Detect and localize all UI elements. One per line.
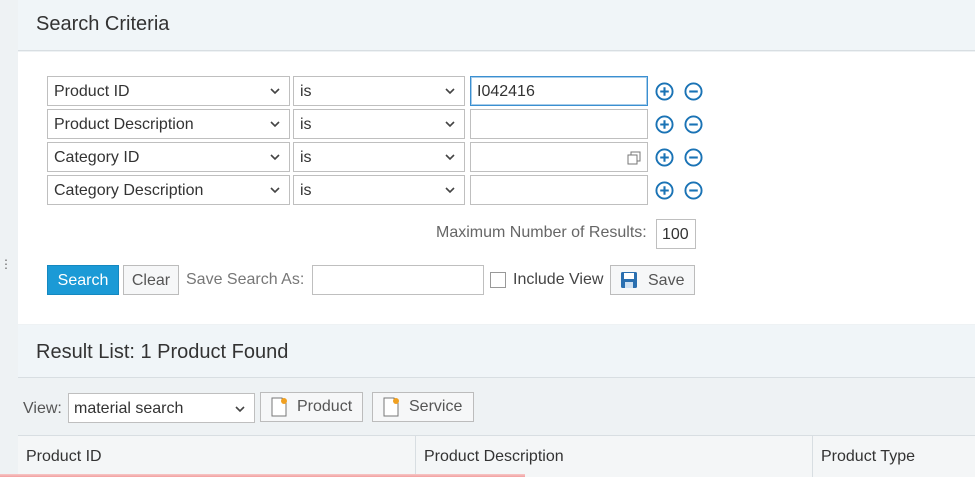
service-button-label: Service (409, 398, 463, 415)
view-select[interactable]: material search (68, 393, 255, 423)
search-criteria-title: Search Criteria (36, 13, 170, 35)
new-document-icon (271, 397, 287, 417)
column-header-product-type[interactable]: Product Type (813, 436, 975, 477)
include-view-checkbox[interactable] (490, 272, 506, 288)
view-label: View: (23, 400, 62, 417)
criteria-operator-value: is (300, 149, 312, 166)
value-help-icon[interactable] (627, 151, 641, 165)
search-criteria-header: Search Criteria (18, 0, 975, 51)
criteria-value-input[interactable] (470, 175, 648, 205)
criteria-operator-select[interactable]: is (293, 175, 465, 205)
criteria-field-select[interactable]: Category ID (47, 142, 290, 172)
criteria-operator-select[interactable]: is (293, 76, 465, 106)
save-button-label: Save (648, 272, 685, 289)
add-row-icon[interactable] (655, 82, 674, 101)
max-results-value: 100 (662, 226, 689, 243)
criteria-operator-select[interactable]: is (293, 142, 465, 172)
chevron-down-icon (444, 183, 456, 195)
clear-button[interactable]: Clear (123, 265, 179, 295)
chevron-down-icon (444, 150, 456, 162)
remove-row-icon[interactable] (684, 82, 703, 101)
criteria-field-select[interactable]: Product ID (47, 76, 290, 106)
chevron-down-icon (269, 84, 281, 96)
add-row-icon[interactable] (655, 148, 674, 167)
criteria-value-input[interactable] (470, 142, 648, 172)
column-header-product-id[interactable]: Product ID (18, 436, 416, 477)
criteria-field-value: Category Description (54, 182, 204, 199)
criteria-operator-value: is (300, 116, 312, 133)
remove-row-icon[interactable] (684, 148, 703, 167)
save-disk-icon (621, 272, 637, 288)
chevron-down-icon (269, 150, 281, 162)
chevron-down-icon (444, 117, 456, 129)
new-service-button[interactable]: Service (372, 392, 474, 422)
criteria-operator-select[interactable]: is (293, 109, 465, 139)
search-criteria-body: Product ID is I042416 Product Descriptio… (18, 52, 975, 324)
criteria-operator-value: is (300, 182, 312, 199)
save-search-as-input[interactable] (312, 265, 484, 295)
max-results-label: Maximum Number of Results: (436, 224, 647, 241)
view-select-value: material search (74, 400, 184, 417)
splitter-handle-icon[interactable]: ⋮ (0, 258, 12, 270)
chevron-down-icon (269, 117, 281, 129)
add-row-icon[interactable] (655, 115, 674, 134)
new-product-button[interactable]: Product (260, 392, 363, 422)
chevron-down-icon (444, 84, 456, 96)
add-row-icon[interactable] (655, 181, 674, 200)
criteria-operator-value: is (300, 83, 312, 100)
search-button[interactable]: Search (47, 265, 119, 295)
criteria-field-value: Category ID (54, 149, 140, 166)
chevron-down-icon (234, 402, 246, 414)
remove-row-icon[interactable] (684, 181, 703, 200)
save-search-button[interactable]: Save (610, 265, 695, 295)
criteria-value-input[interactable] (470, 109, 648, 139)
save-search-as-label: Save Search As: (186, 271, 305, 288)
criteria-field-select[interactable]: Category Description (47, 175, 290, 205)
criteria-field-value: Product ID (54, 83, 130, 100)
page: ⋮ Search Criteria Product ID is I042416 (0, 0, 975, 477)
chevron-down-icon (269, 183, 281, 195)
result-toolbar: View: material search Product Service (18, 379, 975, 435)
result-table-header: Product ID Product Description Product T… (18, 435, 975, 477)
max-results-input[interactable]: 100 (656, 219, 696, 249)
result-list-title: Result List: 1 Product Found (36, 341, 289, 363)
new-document-icon (383, 397, 399, 417)
remove-row-icon[interactable] (684, 115, 703, 134)
include-view-label: Include View (513, 271, 604, 288)
criteria-field-select[interactable]: Product Description (47, 109, 290, 139)
left-gutter: ⋮ (0, 0, 18, 477)
criteria-value-text: I042416 (477, 83, 535, 100)
column-header-product-description[interactable]: Product Description (416, 436, 813, 477)
result-list-header: Result List: 1 Product Found (18, 325, 975, 378)
criteria-value-input[interactable]: I042416 (470, 76, 648, 106)
criteria-field-value: Product Description (54, 116, 194, 133)
product-button-label: Product (297, 398, 353, 415)
